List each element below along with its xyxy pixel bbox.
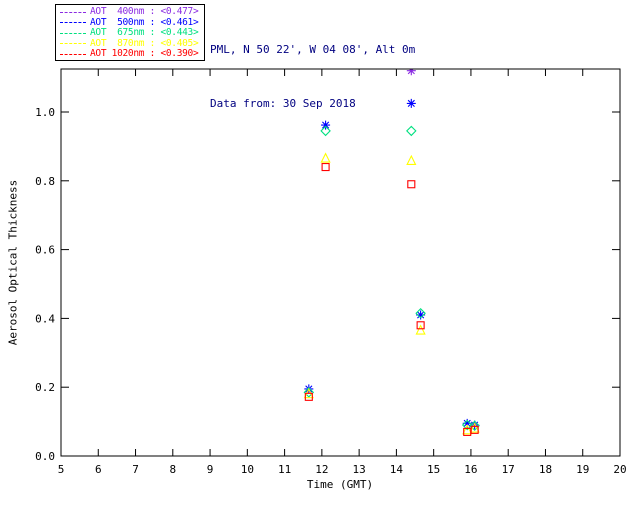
y-tick-label: 1.0 xyxy=(35,106,55,119)
x-tick-label: 12 xyxy=(315,463,328,476)
plot-frame xyxy=(61,69,620,456)
aot-scatter-plot: 5 6 7 8 9 10 11 12 13 14 15 16 17 18 19 20 0.0 0.2 0.4 0.6 0… xyxy=(0,0,640,512)
x-tick-label: 9 xyxy=(207,463,214,476)
x-tick-label: 16 xyxy=(464,463,477,476)
x-tick-label: 8 xyxy=(169,463,176,476)
y-tick-label: 0.4 xyxy=(35,312,55,325)
series-aot-870nm xyxy=(305,154,479,434)
x-tick-label: 5 xyxy=(58,463,65,476)
y-tick-label: 0.2 xyxy=(35,381,55,394)
x-tick-label: 19 xyxy=(576,463,589,476)
y-tick-label: 0.0 xyxy=(35,450,55,463)
series-aot-500nm xyxy=(304,99,479,430)
x-tick-label: 14 xyxy=(390,463,404,476)
series-aot-1020nm xyxy=(305,164,478,436)
aot-plot-page: AOT 400nm : <0.477> AOT 500nm : <0.461> … xyxy=(0,0,640,512)
y-tick-label: 0.8 xyxy=(35,175,55,188)
x-tick-label: 6 xyxy=(95,463,102,476)
x-tick-label: 20 xyxy=(613,463,626,476)
x-tick-label: 15 xyxy=(427,463,440,476)
x-tick-label: 11 xyxy=(278,463,291,476)
x-tick-label: 17 xyxy=(502,463,515,476)
series-aot-400nm xyxy=(407,66,416,75)
x-tick-label: 10 xyxy=(241,463,254,476)
x-tick-label: 18 xyxy=(539,463,552,476)
series-aot-675nm xyxy=(304,126,479,430)
x-tick-label: 13 xyxy=(353,463,366,476)
y-tick-label: 0.6 xyxy=(35,244,55,257)
x-tick-label: 7 xyxy=(132,463,139,476)
